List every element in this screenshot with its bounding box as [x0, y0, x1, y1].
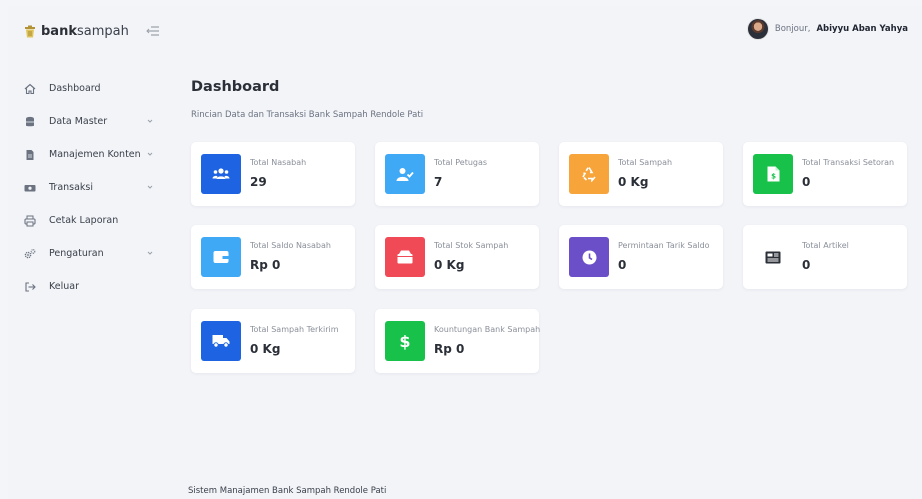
- card-label: Total Stok Sampah: [434, 241, 509, 250]
- card-value: 7: [434, 175, 443, 189]
- stat-card-total-stok-sampah[interactable]: Total Stok Sampah 0 Kg: [375, 225, 539, 289]
- card-label: Total Transaksi Setoran: [802, 158, 895, 167]
- stat-card-total-artikel[interactable]: Total Artikel 0: [743, 225, 907, 289]
- svg-text:$: $: [399, 332, 410, 350]
- card-icon-box: $: [753, 154, 793, 194]
- page-title: Dashboard: [191, 79, 280, 95]
- chevron-down-icon: [147, 152, 153, 156]
- sidebar-item-transaksi[interactable]: Transaksi: [8, 171, 173, 204]
- card-icon-box: [753, 237, 793, 277]
- chevron-down-icon: [147, 251, 153, 255]
- sidebar-item-label: Pengaturan: [49, 248, 104, 259]
- avatar: [746, 18, 769, 40]
- card-icon-box: [201, 154, 241, 194]
- greeting: Bonjour,: [774, 24, 811, 34]
- recycle-icon: [582, 167, 596, 182]
- card-label: Total Petugas: [434, 158, 488, 167]
- card-icon-box: [385, 237, 425, 277]
- sidebar-item-label: Dashboard: [49, 83, 101, 94]
- transaction-icon: [24, 182, 36, 194]
- card-label: Total Sampah: [618, 158, 673, 167]
- stat-card-total-nasabah[interactable]: Total Nasabah 29: [191, 142, 355, 206]
- box-icon: [397, 250, 413, 264]
- sidebar-nav: Dashboard Data Master Manajemen Konten T…: [8, 72, 173, 303]
- stat-card-total-saldo-nasabah[interactable]: Total Saldo Nasabah Rp 0: [191, 225, 355, 289]
- wallet-icon: [213, 251, 229, 263]
- brand-light: sampah: [76, 23, 129, 39]
- brand-bold: bank: [41, 23, 77, 39]
- footer-text: Sistem Manajamen Bank Sampah Rendole Pat…: [188, 486, 387, 496]
- svg-text:$: $: [771, 173, 776, 181]
- card-label: Total Artikel: [802, 241, 849, 250]
- sidebar-item-cetak-laporan[interactable]: Cetak Laporan: [8, 204, 173, 237]
- user-menu[interactable]: Bonjour, Abiyyu Aban Yahya: [746, 18, 908, 40]
- card-icon-box: [201, 321, 241, 361]
- file-icon: [24, 149, 36, 161]
- card-value: Rp 0: [434, 342, 465, 356]
- trash-bin-icon: [25, 25, 35, 37]
- sidebar-item-dashboard[interactable]: Dashboard: [8, 72, 173, 105]
- file-invoice-icon: $: [767, 166, 779, 182]
- stat-card-total-sampah[interactable]: Total Sampah 0 Kg: [559, 142, 723, 206]
- chevron-down-icon: [147, 185, 153, 189]
- card-label: Kountungan Bank Sampah: [434, 325, 541, 334]
- newspaper-icon: [765, 251, 781, 263]
- menu-collapse-icon[interactable]: [146, 24, 160, 38]
- user-check-icon: [396, 167, 414, 181]
- card-value: 0: [618, 258, 627, 272]
- stat-card-total-petugas[interactable]: Total Petugas 7: [375, 142, 539, 206]
- home-icon: [24, 83, 36, 95]
- page-subtitle: Rincian Data dan Transaksi Bank Sampah R…: [191, 110, 424, 120]
- brand-logo[interactable]: banksampah: [24, 21, 129, 41]
- logout-icon: [24, 281, 36, 293]
- sidebar: banksampah Dashboard Data Master Manajem…: [8, 6, 173, 499]
- chevron-down-icon: [147, 119, 153, 123]
- card-value: 0 Kg: [434, 258, 465, 272]
- card-label: Total Nasabah: [250, 158, 307, 167]
- sidebar-item-label: Transaksi: [49, 182, 94, 193]
- topbar: Bonjour, Abiyyu Aban Yahya: [173, 6, 922, 56]
- app-frame: banksampah Dashboard Data Master Manajem…: [8, 6, 922, 499]
- gears-icon: [24, 248, 36, 260]
- card-icon-box: [569, 237, 609, 277]
- database-icon: [24, 116, 36, 128]
- stat-card-total-sampah-terkirim[interactable]: Total Sampah Terkirim 0 Kg: [191, 309, 355, 373]
- card-value: 0: [802, 175, 811, 189]
- card-value: 0 Kg: [250, 342, 281, 356]
- truck-icon: [212, 335, 230, 348]
- sidebar-item-label: Keluar: [49, 281, 79, 292]
- card-value: 29: [250, 175, 267, 189]
- sidebar-item-pengaturan[interactable]: Pengaturan: [8, 237, 173, 270]
- sidebar-item-keluar[interactable]: Keluar: [8, 270, 173, 303]
- card-value: 0: [802, 258, 811, 272]
- sidebar-item-manajemen-konten[interactable]: Manajemen Konten: [8, 138, 173, 171]
- card-value: 0 Kg: [618, 175, 649, 189]
- card-icon-box: $: [385, 321, 425, 361]
- stat-card-kountungan-bank-sampah[interactable]: $ Kountungan Bank Sampah Rp 0: [375, 309, 541, 373]
- printer-icon: [24, 215, 36, 227]
- dollar-icon: $: [399, 332, 410, 350]
- sidebar-item-label: Manajemen Konten: [49, 149, 141, 160]
- card-value: Rp 0: [250, 258, 281, 272]
- clock-icon: [582, 250, 596, 264]
- card-icon-box: [201, 237, 241, 277]
- card-label: Total Saldo Nasabah: [250, 241, 331, 250]
- stat-card-total-transaksi-setoran[interactable]: $ Total Transaksi Setoran 0: [743, 142, 907, 206]
- stat-card-permintaan-tarik-saldo[interactable]: Permintaan Tarik Saldo 0: [559, 225, 723, 289]
- users-icon: [212, 168, 230, 179]
- card-label: Total Sampah Terkirim: [250, 325, 339, 334]
- sidebar-item-label: Data Master: [49, 116, 108, 127]
- card-icon-box: [385, 154, 425, 194]
- sidebar-item-label: Cetak Laporan: [49, 215, 119, 226]
- card-label: Permintaan Tarik Saldo: [618, 241, 710, 250]
- user-name: Abiyyu Aban Yahya: [816, 24, 908, 34]
- sidebar-item-data-master[interactable]: Data Master: [8, 105, 173, 138]
- card-icon-box: [569, 154, 609, 194]
